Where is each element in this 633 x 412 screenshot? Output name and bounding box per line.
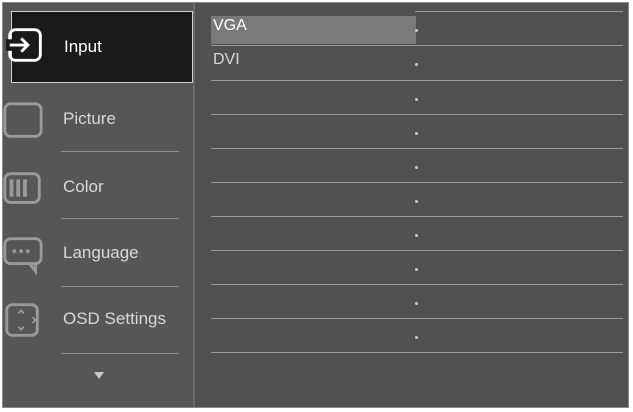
menu-item-label: Color [63,177,104,196]
osd-settings-icon [5,303,39,337]
panel-divider [193,3,195,407]
menu-item-label: Input [64,37,102,56]
input-option-empty[interactable] [211,148,623,182]
menu-item-osd-settings[interactable]: OSD Settings [5,287,192,355]
input-icon [5,28,42,62]
language-icon [3,237,43,276]
input-option-empty[interactable] [211,284,623,318]
input-option-empty[interactable] [211,318,623,352]
menu-item-label: OSD Settings [63,309,166,328]
menu-item-label: Language [63,243,139,262]
option-dot [415,166,418,169]
option-dot [415,234,418,237]
main-menu-panel: Input Picture Color Language OSD Setting… [3,3,193,407]
input-option-empty[interactable] [211,80,623,114]
input-option-empty[interactable] [211,182,623,216]
menu-separator [61,218,179,219]
option-dot [415,336,418,339]
chevron-down-icon[interactable] [94,372,104,379]
menu-item-color[interactable]: Color [3,155,192,223]
option-dot [415,29,418,32]
menu-item-label: Picture [63,109,116,128]
menu-item-input[interactable]: Input [5,11,193,83]
color-icon [3,172,41,204]
input-option-label: VGA [213,17,247,34]
menu-separator [61,151,179,152]
option-dot [415,63,418,66]
option-dot [415,302,418,305]
input-option-empty[interactable] [211,250,623,284]
option-dot [415,98,418,101]
picture-icon [3,102,43,138]
menu-item-language[interactable]: Language [3,221,192,289]
option-dot [415,268,418,271]
menu-separator [61,353,179,354]
input-option-empty[interactable] [211,216,623,250]
input-option-label: DVI [213,51,240,68]
option-dot [415,132,418,135]
option-dot [415,200,418,203]
input-option-dvi[interactable]: DVI [211,45,623,79]
menu-item-picture[interactable]: Picture [3,87,192,155]
input-option-empty[interactable] [211,114,623,148]
osd-window: Input Picture Color Language OSD Setting… [2,2,629,408]
submenu-separator [211,352,623,353]
input-option-vga[interactable]: VGA [211,11,623,45]
